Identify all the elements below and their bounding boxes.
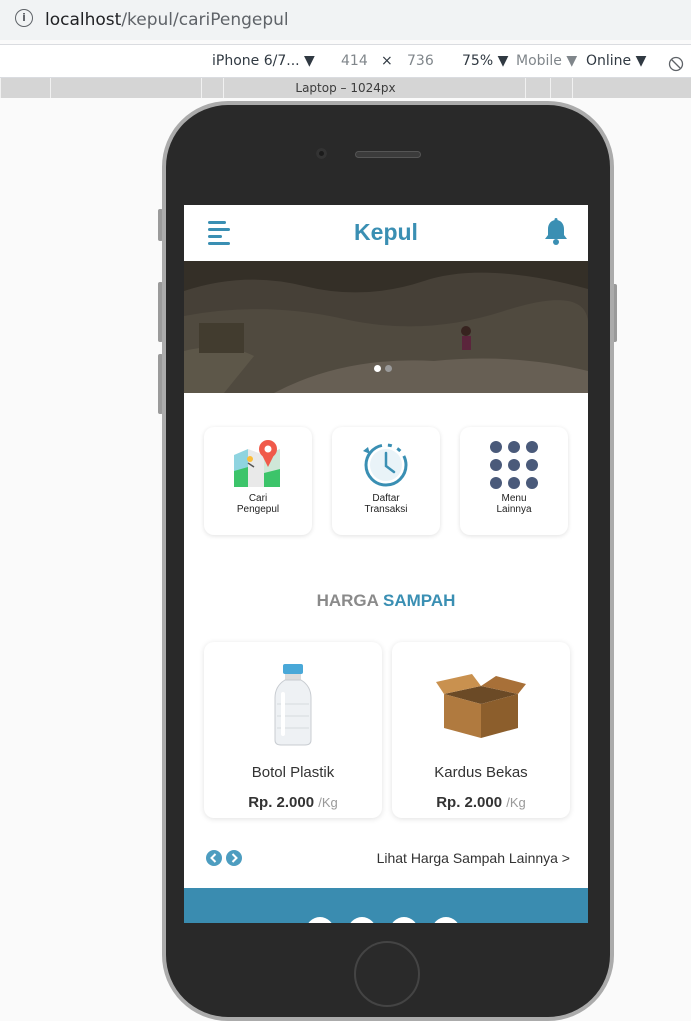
map-pin-icon (234, 440, 280, 487)
chevron-right-icon[interactable] (226, 850, 242, 866)
section-title-part1: HARGA (316, 591, 379, 610)
product-price-unit: /Kg (318, 795, 338, 810)
media-query-bar[interactable]: Laptop – 1024px (0, 78, 691, 98)
bell-icon[interactable] (543, 218, 569, 246)
viewport-width[interactable]: 414 (341, 45, 368, 77)
device-toolbar: iPhone 6/7... ▼ 414 × 736 75% ▼ Mobile ▼… (0, 44, 691, 78)
url-host: localhost (45, 10, 122, 30)
app-title: Kepul (354, 219, 418, 245)
section-title-part2: SAMPAH (383, 591, 456, 610)
device-select-label: iPhone 6/7... (212, 53, 300, 69)
menu-card-label: Menu Lainnya (496, 493, 532, 515)
app-header: Kepul (184, 205, 588, 261)
viewport-height[interactable]: 736 (407, 45, 434, 77)
banner-carousel[interactable] (184, 261, 588, 393)
bottom-nav-item[interactable] (348, 917, 376, 923)
see-more-prices-link[interactable]: Lihat Harga Sampah Lainnya > (377, 849, 570, 867)
cardboard-box-icon (436, 674, 526, 738)
carousel-nav (206, 850, 246, 869)
product-price: Rp. 2.000 /Kg (392, 793, 570, 813)
grid-dots-icon (490, 441, 538, 489)
bottom-navigation-bar (184, 888, 588, 923)
section-title: HARGA SAMPAH (184, 590, 588, 612)
network-select[interactable]: Online ▼ (586, 45, 646, 77)
product-name: Kardus Bekas (434, 764, 528, 781)
app-screen: Kepul Cari Pengepul Daftar Transaksi Men… (184, 205, 588, 923)
camera-icon (316, 148, 327, 159)
banner-dot-active[interactable] (374, 365, 381, 372)
device-select[interactable]: iPhone 6/7... ▼ (212, 45, 315, 77)
home-button (354, 941, 420, 1007)
bottom-nav-item[interactable] (306, 917, 334, 923)
product-name: Botol Plastik (251, 764, 335, 781)
menu-card-menu-lainnya[interactable]: Menu Lainnya (460, 427, 568, 535)
zoom-select-label: 75% (462, 53, 494, 69)
history-clock-icon (363, 443, 408, 487)
product-price-value: Rp. 2.000 (436, 794, 503, 811)
menu-card-daftar-transaksi[interactable]: Daftar Transaksi (332, 427, 440, 535)
product-card-botol-plastik[interactable]: Botol Plastik Rp. 2.000 /Kg (204, 642, 382, 818)
bottom-nav-item[interactable] (432, 917, 460, 923)
network-select-label: Online (586, 53, 632, 69)
menu-card-cari-pengepul[interactable]: Cari Pengepul (204, 427, 312, 535)
product-card-kardus-bekas[interactable]: Kardus Bekas Rp. 2.000 /Kg (392, 642, 570, 818)
zoom-select[interactable]: 75% ▼ (462, 45, 508, 77)
mode-select-label: Mobile (516, 53, 562, 69)
product-price-unit: /Kg (506, 795, 526, 810)
banner-dot[interactable] (385, 365, 392, 372)
url-text[interactable]: localhost/kepul/cariPengepul (45, 9, 289, 31)
media-query-label: Laptop – 1024px (295, 81, 396, 95)
product-price: Rp. 2.000 /Kg (204, 793, 382, 813)
speaker-grille (355, 151, 421, 158)
product-price-value: Rp. 2.000 (248, 794, 315, 811)
plastic-bottle-icon (274, 664, 312, 746)
chevron-left-icon[interactable] (206, 850, 222, 866)
banner-pagination (374, 357, 396, 376)
browser-address-bar[interactable]: i localhost/kepul/cariPengepul (0, 0, 691, 40)
menu-card-label: Daftar Transaksi (364, 493, 408, 515)
mode-select[interactable]: Mobile ▼ (516, 45, 577, 77)
menu-card-label: Cari Pengepul (236, 493, 280, 515)
bottom-nav-item[interactable] (390, 917, 418, 923)
url-path: /kepul/cariPengepul (121, 10, 289, 30)
info-icon[interactable]: i (15, 9, 33, 27)
dimension-separator: × (381, 53, 393, 69)
